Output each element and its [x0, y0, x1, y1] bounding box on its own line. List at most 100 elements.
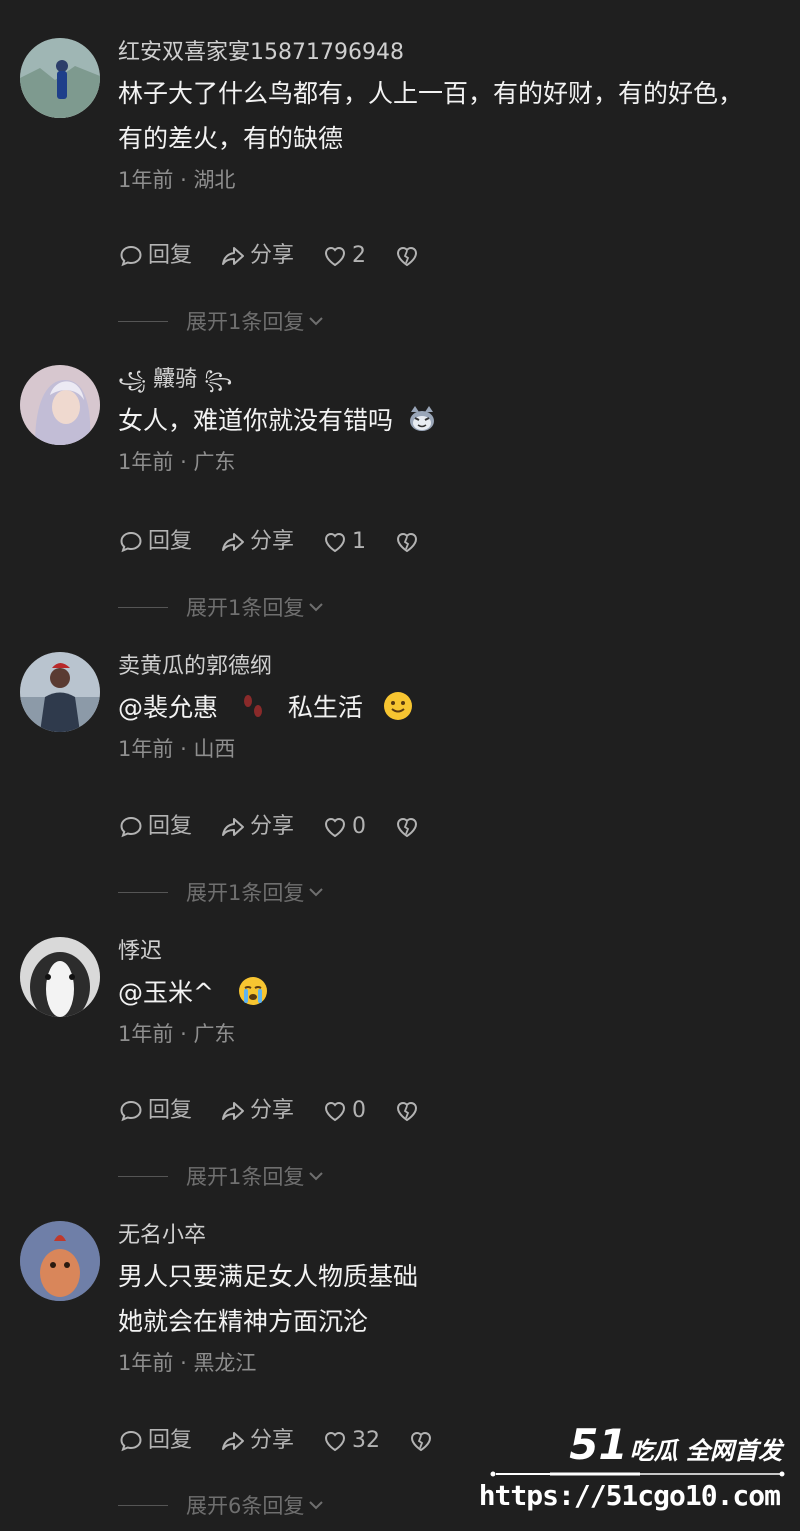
- heart-icon: [325, 247, 346, 267]
- comment-text: @裴允惠 私生活: [118, 685, 780, 730]
- dislike-button[interactable]: [408, 1428, 438, 1454]
- broken-heart-icon: [397, 818, 418, 838]
- site-watermark: 51吃瓜 全网首发 https://51cgo10.com: [479, 1421, 790, 1521]
- comment-meta: 1年前 · 湖北: [118, 165, 780, 195]
- chevron-down-icon: [309, 888, 324, 897]
- chevron-down-icon: [309, 1172, 324, 1181]
- watermark-url: https://51cgo10.com: [478, 1479, 781, 1512]
- divider: [118, 891, 168, 893]
- comment-bubble-icon: [120, 816, 142, 838]
- like-button[interactable]: 1: [322, 527, 366, 557]
- dislike-button[interactable]: [394, 1098, 424, 1124]
- comment-actions: 回复 分享 2: [118, 241, 452, 271]
- like-button[interactable]: 32: [322, 1426, 380, 1456]
- share-arrow-icon: [222, 1432, 245, 1450]
- meta-separator: ·: [180, 737, 187, 761]
- comment-time: 1年前: [118, 1351, 174, 1375]
- comment-text-line: 有的差火，有的缺德: [118, 124, 344, 153]
- meta-separator: ·: [180, 1351, 187, 1375]
- comment-bubble-icon: [120, 1100, 142, 1122]
- share-button[interactable]: 分享: [220, 1096, 294, 1126]
- share-arrow-icon: [222, 1102, 245, 1120]
- broken-heart-icon: [397, 533, 418, 553]
- divider: [118, 320, 168, 322]
- username[interactable]: 悸迟: [118, 937, 780, 967]
- avatar[interactable]: [20, 652, 100, 732]
- share-label: 分享: [250, 529, 295, 554]
- comment-location: 广东: [193, 1022, 236, 1046]
- smiling-face-emoji: [383, 692, 412, 720]
- share-arrow-icon: [222, 247, 245, 265]
- username-text: 齉骑: [153, 367, 198, 392]
- expand-replies-label: 展开6条回复: [186, 1494, 305, 1518]
- mention-link[interactable]: @裴允惠: [118, 693, 218, 722]
- reply-button[interactable]: 回复: [118, 1096, 192, 1126]
- watermark-brand-text: 吃瓜 全网首发: [629, 1437, 782, 1465]
- heart-icon: [325, 1432, 346, 1452]
- expand-replies-label: 展开1条回复: [186, 881, 305, 905]
- avatar[interactable]: [20, 365, 100, 445]
- avatar[interactable]: [20, 38, 100, 118]
- dislike-button[interactable]: [394, 814, 424, 840]
- username[interactable]: 红安双喜家宴15871796948: [118, 38, 780, 68]
- share-button[interactable]: 分享: [220, 527, 294, 557]
- comment-text-line: 女人，难道你就没有错吗: [118, 406, 394, 435]
- reply-label: 回复: [148, 1098, 193, 1123]
- reply-button[interactable]: 回复: [118, 527, 192, 557]
- username[interactable]: 卖黄瓜的郭德纲: [118, 652, 780, 682]
- dislike-button[interactable]: [394, 529, 424, 555]
- avatar[interactable]: [20, 1221, 100, 1301]
- comment-text: 林子大了什么鸟都有，人上一百，有的好财，有的好色， 有的差火，有的缺德: [118, 71, 780, 161]
- share-arrow-icon: [222, 533, 245, 551]
- expand-replies-label: 展开1条回复: [186, 596, 305, 620]
- comment-text-line: 林子大了什么鸟都有，人上一百，有的好财，有的好色，: [118, 79, 744, 108]
- expand-replies-button[interactable]: 展开1条回复: [118, 877, 326, 907]
- meta-separator: ·: [180, 450, 187, 474]
- expand-replies-button[interactable]: 展开1条回复: [118, 1161, 326, 1191]
- reply-button[interactable]: 回复: [118, 241, 192, 271]
- cat-face-emoji: [409, 406, 434, 431]
- expand-replies-button[interactable]: 展开1条回复: [118, 306, 326, 336]
- username-prefix: ꧁: [118, 370, 147, 391]
- comment-actions: 回复 分享 1: [118, 527, 452, 557]
- mention-link[interactable]: @玉米^: [118, 978, 214, 1007]
- comment-location: 山西: [193, 737, 236, 761]
- comment-meta: 1年前 · 黑龙江: [118, 1348, 780, 1378]
- share-button[interactable]: 分享: [220, 241, 294, 271]
- comment-list: { "comments": [ { "username": "红安双喜家宴158…: [0, 0, 800, 1531]
- like-button[interactable]: 0: [322, 812, 366, 842]
- share-label: 分享: [250, 243, 295, 268]
- comment-actions: 回复 分享 0: [118, 1096, 452, 1126]
- divider: [118, 1504, 168, 1506]
- username[interactable]: ꧁ 齉骑 ꧂: [118, 365, 780, 395]
- share-button[interactable]: 分享: [220, 812, 294, 842]
- comment-location: 广东: [193, 450, 236, 474]
- like-button[interactable]: 0: [322, 1096, 366, 1126]
- watermark-brand: 51吃瓜 全网首发: [569, 1421, 782, 1478]
- like-count: 32: [352, 1428, 381, 1453]
- watermark-brand-number: 51: [569, 1420, 628, 1469]
- broken-heart-icon: [397, 1102, 418, 1122]
- username[interactable]: 无名小卒: [118, 1221, 780, 1251]
- heart-icon: [325, 818, 346, 838]
- comment-time: 1年前: [118, 168, 174, 192]
- reply-button[interactable]: 回复: [118, 1426, 192, 1456]
- comment-bubble-icon: [120, 245, 142, 267]
- chevron-down-icon: [309, 317, 324, 326]
- divider: [118, 1175, 168, 1177]
- like-button[interactable]: 2: [322, 241, 366, 271]
- share-button[interactable]: 分享: [220, 1426, 294, 1456]
- dislike-button[interactable]: [394, 243, 424, 269]
- avatar[interactable]: [20, 937, 100, 1017]
- comment-meta: 1年前 · 山西: [118, 734, 780, 764]
- reply-button[interactable]: 回复: [118, 812, 192, 842]
- share-arrow-icon: [222, 818, 245, 836]
- chevron-down-icon: [309, 1501, 324, 1510]
- reply-label: 回复: [148, 1428, 193, 1453]
- expand-replies-button[interactable]: 展开6条回复: [118, 1490, 326, 1520]
- expand-replies-button[interactable]: 展开1条回复: [118, 592, 326, 622]
- broken-heart-icon: [411, 1432, 432, 1452]
- comment-meta: 1年前 · 广东: [118, 1019, 780, 1049]
- expand-replies-label: 展开1条回复: [186, 310, 305, 334]
- footprints-emoji: [243, 695, 262, 717]
